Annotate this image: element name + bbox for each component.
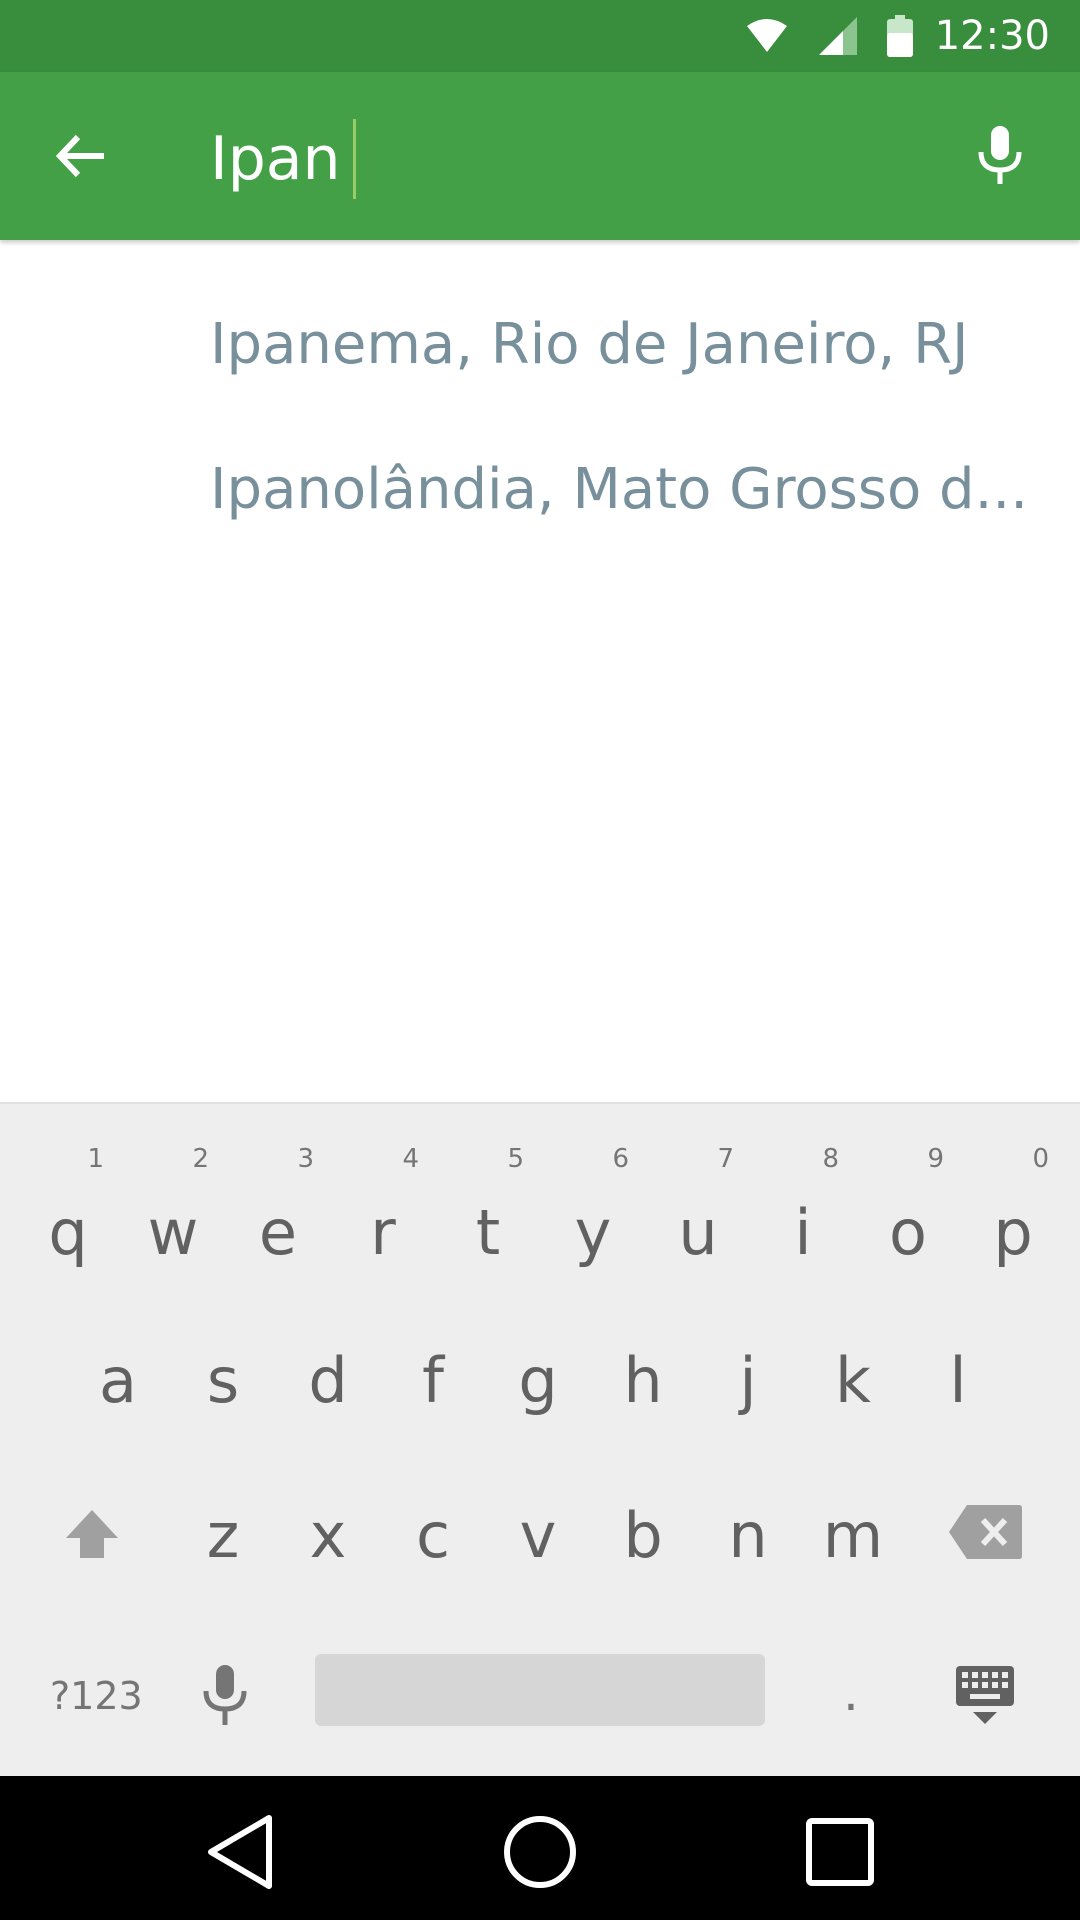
- key-r[interactable]: r4: [333, 1144, 433, 1269]
- nav-recents-button[interactable]: [800, 1812, 880, 1892]
- search-input[interactable]: Ipan: [210, 119, 356, 199]
- key-q[interactable]: q1: [18, 1144, 118, 1269]
- key-t[interactable]: t5: [438, 1144, 538, 1269]
- key-e[interactable]: e3: [228, 1144, 328, 1269]
- key-z[interactable]: z: [173, 1499, 273, 1572]
- key-hint: 9: [927, 1144, 944, 1174]
- navigation-bar: [0, 1776, 1080, 1920]
- nav-home-button[interactable]: [500, 1812, 580, 1892]
- signal-icon: [818, 17, 857, 55]
- key-h[interactable]: h: [593, 1344, 693, 1417]
- key-hint: 7: [717, 1144, 734, 1174]
- arrow-back-icon: [55, 134, 104, 178]
- mic-icon: [978, 126, 1022, 184]
- nav-back-button[interactable]: [200, 1812, 280, 1892]
- search-bar: Ipan: [0, 72, 1080, 240]
- key-j[interactable]: j: [698, 1344, 798, 1417]
- key-label: u: [678, 1196, 718, 1269]
- square-recents-icon: [806, 1818, 874, 1886]
- key-hint: 8: [822, 1144, 839, 1174]
- suggestion-item[interactable]: Ipanolândia, Mato Grosso d...: [210, 457, 1028, 522]
- triangle-back-icon: [208, 1815, 272, 1889]
- symbols-key[interactable]: ?123: [50, 1674, 143, 1718]
- wifi-icon: [745, 18, 789, 54]
- key-l[interactable]: l: [908, 1344, 1008, 1417]
- key-hint: 3: [297, 1144, 314, 1174]
- key-label: r: [370, 1196, 396, 1269]
- status-time: 12:30: [934, 13, 1050, 59]
- suggestion-item[interactable]: Ipanema, Rio de Janeiro, RJ: [210, 312, 969, 377]
- search-query-text: Ipan: [210, 124, 341, 194]
- backspace-key[interactable]: [945, 1502, 1025, 1562]
- key-hint: 6: [612, 1144, 629, 1174]
- key-x[interactable]: x: [278, 1499, 378, 1572]
- key-n[interactable]: n: [698, 1499, 798, 1572]
- key-label: p: [993, 1196, 1033, 1269]
- text-cursor: [352, 119, 356, 199]
- shift-key[interactable]: [62, 1504, 122, 1564]
- hide-keyboard-key[interactable]: [950, 1660, 1020, 1730]
- back-button[interactable]: [40, 116, 120, 196]
- battery-icon: [886, 15, 913, 57]
- key-label: t: [475, 1196, 501, 1269]
- key-label: o: [889, 1196, 927, 1269]
- key-u[interactable]: u7: [648, 1144, 748, 1269]
- space-key[interactable]: [315, 1654, 765, 1726]
- key-hint: 2: [192, 1144, 209, 1174]
- key-f[interactable]: f: [383, 1344, 483, 1417]
- key-label: i: [794, 1196, 812, 1269]
- screen: 12:30 Ipan Ipanema, Rio de Janeiro, RJ I…: [0, 0, 1080, 1920]
- key-c[interactable]: c: [383, 1499, 483, 1572]
- voice-search-button[interactable]: [960, 116, 1040, 196]
- backspace-icon: [949, 1505, 1022, 1559]
- key-g[interactable]: g: [488, 1344, 588, 1417]
- key-hint: 5: [507, 1144, 524, 1174]
- key-d[interactable]: d: [278, 1344, 378, 1417]
- key-b[interactable]: b: [593, 1499, 693, 1572]
- key-y[interactable]: y6: [543, 1144, 643, 1269]
- status-bar: 12:30: [0, 0, 1080, 72]
- keyboard-voice-key[interactable]: [195, 1661, 255, 1731]
- key-i[interactable]: i8: [753, 1144, 853, 1269]
- keyboard-hide-icon: [956, 1666, 1014, 1724]
- key-k[interactable]: k: [803, 1344, 903, 1417]
- key-label: q: [48, 1196, 88, 1269]
- key-hint: 0: [1032, 1144, 1049, 1174]
- key-v[interactable]: v: [488, 1499, 588, 1572]
- key-w[interactable]: w2: [123, 1144, 223, 1269]
- key-a[interactable]: a: [68, 1344, 168, 1417]
- circle-home-icon: [504, 1816, 576, 1888]
- on-screen-keyboard: q1 w2 e3 r4 t5 y6 u7 i8 o9 p0 a s d f g …: [0, 1102, 1080, 1776]
- key-label: w: [147, 1196, 199, 1269]
- key-hint: 4: [402, 1144, 419, 1174]
- key-label: e: [258, 1196, 298, 1269]
- mic-icon: [203, 1665, 247, 1725]
- key-o[interactable]: o9: [858, 1144, 958, 1269]
- key-label: y: [574, 1196, 612, 1269]
- period-key[interactable]: .: [843, 1664, 859, 1722]
- key-hint: 1: [87, 1144, 104, 1174]
- key-s[interactable]: s: [173, 1344, 273, 1417]
- shift-icon: [66, 1510, 118, 1558]
- key-m[interactable]: m: [803, 1499, 903, 1572]
- key-p[interactable]: p0: [963, 1144, 1063, 1269]
